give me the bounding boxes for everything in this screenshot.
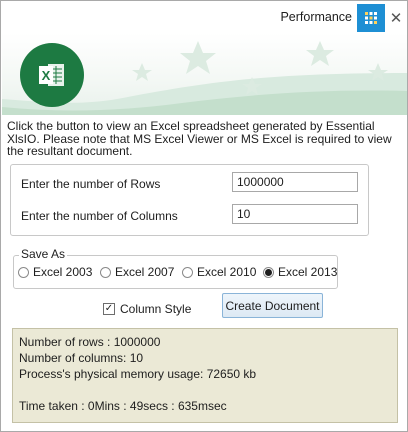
- radio-button[interactable]: [18, 266, 29, 278]
- radio-excel-2007[interactable]: Excel 2007: [100, 265, 174, 279]
- radio-label: Excel 2003: [33, 265, 93, 279]
- output-memory-line: Process's physical memory usage: 72650 k…: [19, 367, 257, 381]
- output-columns-line: Number of columns: 10: [19, 351, 144, 365]
- columns-label: Enter the number of Columns: [21, 209, 178, 223]
- column-style-checkbox-row[interactable]: ✓ Column Style: [103, 302, 191, 316]
- rows-input[interactable]: [232, 172, 358, 192]
- radio-excel-2003[interactable]: Excel 2003: [18, 265, 92, 279]
- radio-selected-dot: [265, 268, 272, 276]
- title-bar: Performance ✕: [1, 1, 407, 33]
- header-banner: X: [2, 33, 407, 115]
- radio-label: Excel 2013: [278, 265, 338, 279]
- output-panel: Number of rows : 1000000 Number of colum…: [12, 328, 398, 423]
- input-group: Enter the number of Rows Enter the numbe…: [10, 164, 369, 236]
- output-time-line: Time taken : 0Mins : 49secs : 635msec: [19, 399, 227, 413]
- columns-input[interactable]: [232, 204, 358, 224]
- radio-button-selected[interactable]: [263, 266, 274, 278]
- save-as-legend: Save As: [19, 247, 68, 261]
- rows-label: Enter the number of Rows: [21, 177, 161, 191]
- radio-excel-2010[interactable]: Excel 2010: [182, 265, 256, 279]
- radio-label: Excel 2007: [115, 265, 175, 279]
- output-rows-line: Number of rows : 1000000: [19, 335, 161, 349]
- grid-icon[interactable]: [357, 4, 385, 32]
- radio-excel-2013[interactable]: Excel 2013: [263, 265, 337, 279]
- column-style-label: Column Style: [120, 302, 192, 316]
- radio-button[interactable]: [100, 266, 111, 278]
- output-spacer: [19, 382, 391, 398]
- radio-button[interactable]: [182, 266, 193, 278]
- column-style-checkbox[interactable]: ✓: [103, 303, 115, 315]
- excel-logo-letter: X: [42, 68, 51, 83]
- radio-label: Excel 2010: [197, 265, 257, 279]
- window-title: Performance: [280, 10, 352, 24]
- description-text: Click the button to view an Excel spread…: [7, 119, 392, 158]
- app-window: Performance ✕ X Click the button to view…: [0, 0, 408, 432]
- create-document-button[interactable]: Create Document: [222, 293, 323, 318]
- excel-logo-icon: X: [20, 43, 84, 107]
- close-icon[interactable]: ✕: [385, 4, 407, 32]
